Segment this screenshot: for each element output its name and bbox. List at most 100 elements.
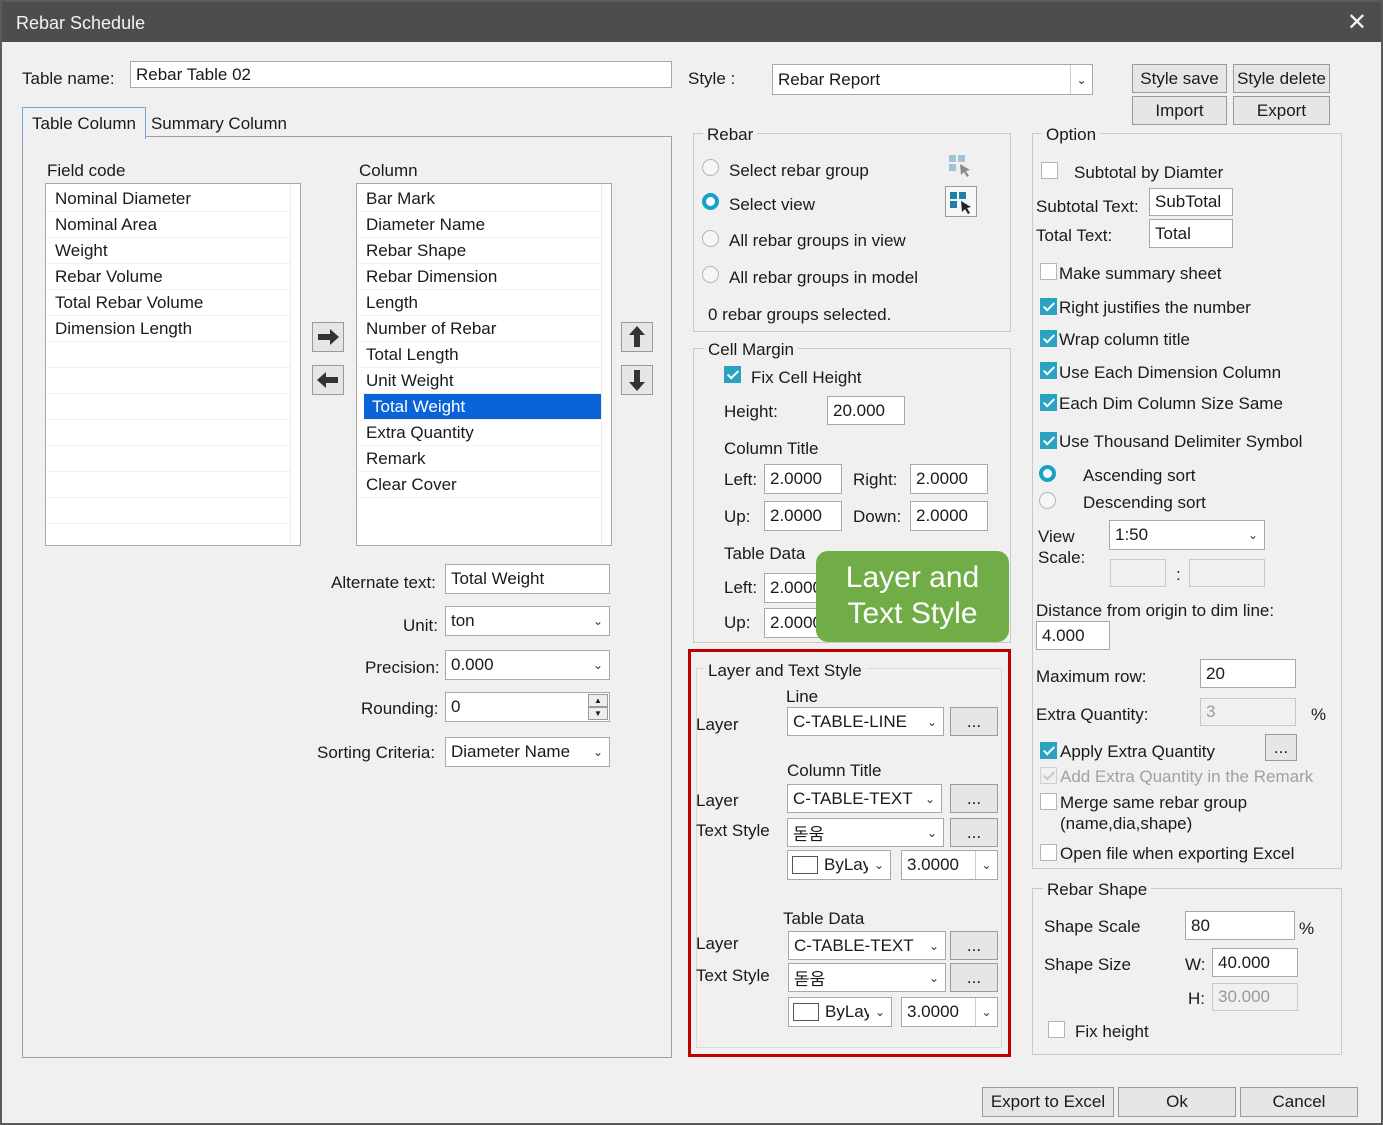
radio-all-in-view[interactable] <box>702 230 719 247</box>
column-list[interactable]: Bar Mark Diameter Name Rebar Shape Rebar… <box>356 183 612 546</box>
ascending-sort-radio[interactable] <box>1039 465 1056 482</box>
subtotal-by-diameter-checkbox[interactable] <box>1041 162 1058 179</box>
open-file-checkbox[interactable] <box>1040 844 1057 861</box>
tab-table-column[interactable]: Table Column <box>22 107 146 139</box>
chevron-down-icon: ⌄ <box>926 825 938 840</box>
style-delete-button[interactable]: Style delete <box>1233 64 1330 93</box>
style-save-button[interactable]: Style save <box>1132 64 1227 93</box>
list-item[interactable]: Rebar Volume <box>47 264 290 290</box>
list-item[interactable]: Number of Rebar <box>358 316 601 342</box>
ct-left-input[interactable]: 2.0000 <box>764 464 842 494</box>
scale-ratio-right-input[interactable] <box>1189 559 1265 587</box>
right-justify-checkbox[interactable] <box>1040 298 1057 315</box>
radio-select-view[interactable] <box>702 193 719 210</box>
list-item[interactable]: Rebar Dimension <box>358 264 601 290</box>
import-button[interactable]: Import <box>1132 96 1227 125</box>
move-up-button[interactable] <box>621 322 653 352</box>
fix-height-checkbox[interactable] <box>1048 1021 1065 1038</box>
spin-up-icon[interactable]: ▲ <box>588 694 608 707</box>
td-text-style-more-button[interactable]: ... <box>950 963 998 992</box>
fix-cell-height-checkbox[interactable] <box>724 366 741 383</box>
descending-sort-radio[interactable] <box>1039 492 1056 509</box>
list-item[interactable]: Weight <box>47 238 290 264</box>
shape-w-input[interactable]: 40.000 <box>1212 948 1298 977</box>
field-code-list[interactable]: Nominal Diameter Nominal Area Weight Reb… <box>45 183 301 546</box>
spin-down-icon[interactable]: ▼ <box>588 707 608 720</box>
export-button[interactable]: Export <box>1233 96 1330 125</box>
td-color-combo[interactable]: ByLayer ⌄ <box>788 997 892 1027</box>
close-icon[interactable]: ✕ <box>1347 8 1367 37</box>
list-item[interactable]: Total Rebar Volume <box>47 290 290 316</box>
list-item[interactable]: Unit Weight <box>358 368 601 394</box>
extra-qty-input[interactable]: 3 <box>1200 698 1296 726</box>
thousand-delimiter-checkbox[interactable] <box>1040 432 1057 449</box>
td-layer-more-button[interactable]: ... <box>950 931 998 960</box>
subtotal-text-input[interactable]: SubTotal <box>1149 188 1233 216</box>
list-item[interactable]: Diameter Name <box>358 212 601 238</box>
pick-rebar-group-icon[interactable] <box>945 151 975 179</box>
wrap-title-checkbox[interactable] <box>1040 330 1057 347</box>
ct-color-combo[interactable]: ByLayer ⌄ <box>787 850 891 880</box>
unit-combo[interactable]: ton ⌄ <box>445 606 610 636</box>
precision-combo[interactable]: 0.000 ⌄ <box>445 650 610 680</box>
list-item[interactable]: Clear Cover <box>358 472 601 498</box>
list-item[interactable]: Rebar Shape <box>358 238 601 264</box>
total-text-input[interactable]: Total <box>1149 219 1233 248</box>
table-name-input[interactable]: Rebar Table 02 <box>130 61 672 88</box>
tab-summary-column[interactable]: Summary Column <box>146 110 292 137</box>
height-input[interactable]: 20.000 <box>827 396 905 425</box>
max-row-input[interactable]: 20 <box>1200 659 1296 688</box>
list-item[interactable]: Total Length <box>358 342 601 368</box>
ok-button[interactable]: Ok <box>1118 1087 1236 1117</box>
merge-same-label: Merge same rebar group <box>1060 793 1248 812</box>
subtotal-text-label: Subtotal Text: <box>1036 197 1139 216</box>
sorting-criteria-combo[interactable]: Diameter Name ⌄ <box>445 737 610 767</box>
shape-scale-input[interactable]: 80 <box>1185 911 1295 940</box>
apply-extra-checkbox[interactable] <box>1040 742 1057 759</box>
add-extra-remark-checkbox[interactable] <box>1040 767 1057 784</box>
pick-view-icon[interactable] <box>945 186 977 217</box>
line-layer-more-button[interactable]: ... <box>950 707 998 736</box>
ct-layer-combo[interactable]: C-TABLE-TEXT ⌄ <box>787 784 942 813</box>
ct-text-style-combo[interactable]: 돋움 ⌄ <box>787 818 944 847</box>
spin-buttons[interactable]: ▲ ▼ <box>588 694 608 720</box>
scale-ratio-left-input[interactable] <box>1110 559 1166 587</box>
list-item[interactable]: Dimension Length <box>47 316 290 342</box>
td-layer-combo[interactable]: C-TABLE-TEXT ⌄ <box>788 931 946 960</box>
list-item-selected[interactable]: Total Weight <box>364 394 601 420</box>
td-text-style-combo[interactable]: 돋움 ⌄ <box>788 963 946 992</box>
rounding-stepper[interactable]: 0 ▲ ▼ <box>445 692 610 722</box>
radio-select-rebar-group[interactable] <box>702 159 719 176</box>
line-layer-combo[interactable]: C-TABLE-LINE ⌄ <box>787 707 944 736</box>
cancel-button[interactable]: Cancel <box>1240 1087 1358 1117</box>
ct-down-input[interactable]: 2.0000 <box>910 501 988 531</box>
move-down-button[interactable] <box>621 365 653 395</box>
list-item[interactable]: Extra Quantity <box>358 420 601 446</box>
ct-up-input[interactable]: 2.0000 <box>764 501 842 531</box>
alternate-text-input[interactable]: Total Weight <box>445 564 610 594</box>
view-scale-combo[interactable]: 1:50 ⌄ <box>1109 520 1265 550</box>
ct-text-style-more-button[interactable]: ... <box>950 818 998 847</box>
list-item[interactable]: Remark <box>358 446 601 472</box>
dim-same-checkbox[interactable] <box>1040 394 1057 411</box>
td-text-height-combo[interactable]: 3.0000 ⌄ <box>901 997 998 1027</box>
apply-extra-more-button[interactable]: ... <box>1265 734 1297 761</box>
export-to-excel-button[interactable]: Export to Excel <box>982 1087 1114 1117</box>
distance-input[interactable]: 4.000 <box>1036 621 1110 650</box>
rounding-label: Rounding: <box>361 699 439 718</box>
remove-column-button[interactable] <box>312 365 344 395</box>
list-item[interactable]: Nominal Area <box>47 212 290 238</box>
list-item[interactable]: Bar Mark <box>358 186 601 212</box>
list-item[interactable]: Nominal Diameter <box>47 186 290 212</box>
ct-right-input[interactable]: 2.0000 <box>910 464 988 494</box>
list-item[interactable]: Length <box>358 290 601 316</box>
make-summary-checkbox[interactable] <box>1040 263 1057 280</box>
each-dim-column-checkbox[interactable] <box>1040 362 1057 379</box>
shape-h-input[interactable]: 30.000 <box>1212 983 1298 1011</box>
radio-all-in-model[interactable] <box>702 266 719 283</box>
ct-text-height-combo[interactable]: 3.0000 ⌄ <box>901 850 998 880</box>
style-combo[interactable]: Rebar Report ⌄ <box>772 64 1093 95</box>
ct-layer-more-button[interactable]: ... <box>950 784 998 813</box>
merge-same-checkbox[interactable] <box>1040 793 1057 810</box>
add-column-button[interactable] <box>312 322 344 352</box>
